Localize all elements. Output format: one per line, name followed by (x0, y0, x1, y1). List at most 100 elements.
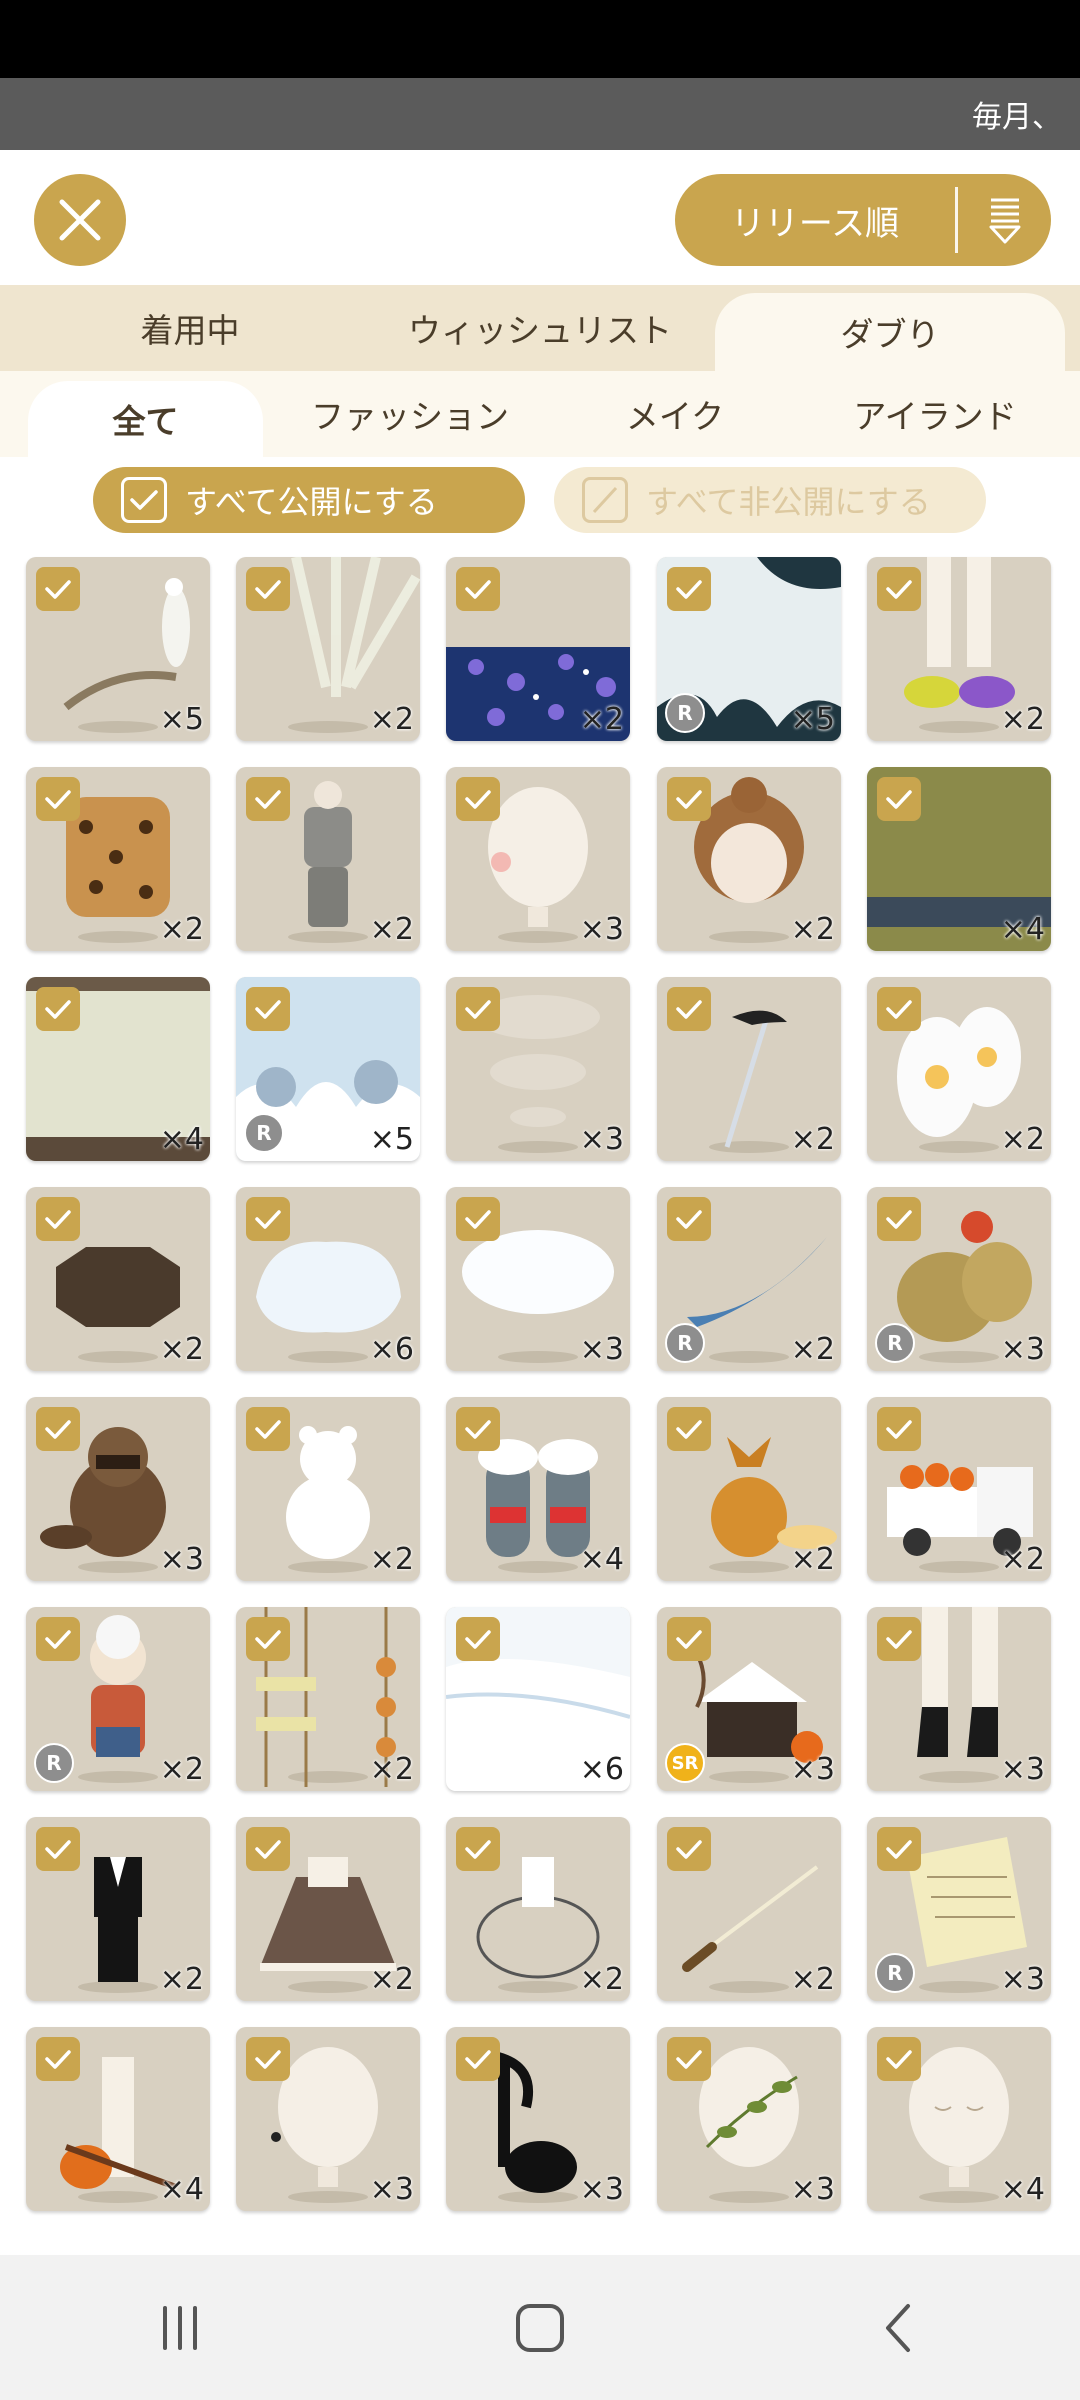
checkbox-checked-icon[interactable] (667, 2037, 711, 2081)
item-card[interactable]: ×3 (446, 977, 630, 1161)
checkbox-checked-icon[interactable] (246, 987, 290, 1031)
item-card[interactable]: ×2 (236, 767, 420, 951)
checkbox-checked-icon[interactable] (667, 1197, 711, 1241)
checkbox-checked-icon[interactable] (667, 1407, 711, 1451)
item-card[interactable]: R ×3 (867, 1187, 1051, 1371)
item-count: ×2 (1000, 702, 1045, 737)
tab-island[interactable]: アイランド (800, 371, 1070, 457)
checkbox-checked-icon[interactable] (877, 2037, 921, 2081)
checkbox-checked-icon[interactable] (456, 777, 500, 821)
item-card[interactable]: ×2 (867, 977, 1051, 1161)
checkbox-checked-icon[interactable] (246, 1827, 290, 1871)
checkbox-checked-icon[interactable] (246, 1407, 290, 1451)
recent-apps-button[interactable] (120, 2278, 240, 2378)
checkbox-checked-icon[interactable] (877, 1827, 921, 1871)
item-card[interactable]: ×2 (867, 1397, 1051, 1581)
sort-order-button[interactable]: リリース順 (675, 174, 1051, 266)
checkbox-checked-icon[interactable] (877, 567, 921, 611)
checkbox-checked-icon[interactable] (36, 1197, 80, 1241)
item-card[interactable]: ×2 (236, 1397, 420, 1581)
back-button[interactable] (840, 2278, 960, 2378)
item-card[interactable]: ×2 (236, 557, 420, 741)
checkbox-checked-icon[interactable] (456, 1827, 500, 1871)
item-card[interactable]: ×4 (446, 1397, 630, 1581)
tab-makeup[interactable]: メイク (560, 371, 790, 457)
checkbox-checked-icon[interactable] (456, 1407, 500, 1451)
item-count: ×2 (369, 1542, 414, 1577)
item-card[interactable]: SR ×3 (657, 1607, 841, 1791)
checkbox-checked-icon[interactable] (36, 1827, 80, 1871)
item-card[interactable]: ×3 (446, 2027, 630, 2211)
checkbox-checked-icon[interactable] (456, 987, 500, 1031)
checkbox-checked-icon[interactable] (36, 987, 80, 1031)
item-card[interactable]: R ×3 (867, 1817, 1051, 2001)
item-card[interactable]: ×3 (446, 767, 630, 951)
checkbox-checked-icon[interactable] (246, 567, 290, 611)
checkbox-checked-icon[interactable] (36, 2037, 80, 2081)
item-card[interactable]: ×2 (657, 1397, 841, 1581)
item-card[interactable]: ×4 (26, 977, 210, 1161)
item-card[interactable]: R ×2 (657, 1187, 841, 1371)
tab-fashion[interactable]: ファッション (280, 371, 540, 457)
item-card[interactable]: ×3 (446, 1187, 630, 1371)
tab-label: ウィッシュリスト (408, 311, 672, 350)
checkbox-checked-icon[interactable] (667, 1617, 711, 1661)
item-card[interactable]: ×2 (26, 1187, 210, 1371)
item-card[interactable]: ×2 (26, 1817, 210, 2001)
item-card[interactable]: R ×2 (26, 1607, 210, 1791)
checkbox-checked-icon[interactable] (877, 1197, 921, 1241)
item-card[interactable]: ×2 (657, 977, 841, 1161)
item-card[interactable]: ×3 (657, 2027, 841, 2211)
item-card[interactable]: ×4 (867, 767, 1051, 951)
checkbox-checked-icon[interactable] (456, 1617, 500, 1661)
item-card[interactable]: ×2 (26, 767, 210, 951)
checkbox-checked-icon[interactable] (667, 987, 711, 1031)
item-card[interactable]: R ×5 (657, 557, 841, 741)
item-card[interactable]: ×2 (446, 1817, 630, 2001)
item-card[interactable]: ×2 (236, 1607, 420, 1791)
item-card[interactable]: ×3 (867, 1607, 1051, 1791)
checkbox-checked-icon[interactable] (36, 1407, 80, 1451)
item-card[interactable]: ×3 (26, 1397, 210, 1581)
checkbox-checked-icon[interactable] (667, 1827, 711, 1871)
close-button[interactable] (34, 174, 126, 266)
item-card[interactable]: ×6 (446, 1607, 630, 1791)
item-card[interactable]: ×2 (657, 1817, 841, 2001)
checkbox-checked-icon[interactable] (36, 777, 80, 821)
tab-wishlist[interactable]: ウィッシュリスト (340, 285, 740, 371)
system-nav-bar (0, 2255, 1080, 2400)
checkbox-checked-icon[interactable] (877, 777, 921, 821)
tab-all[interactable]: 全て (28, 381, 263, 457)
checkbox-checked-icon[interactable] (36, 567, 80, 611)
checkbox-checked-icon[interactable] (456, 567, 500, 611)
checkbox-checked-icon[interactable] (877, 1407, 921, 1451)
checkbox-checked-icon[interactable] (246, 2037, 290, 2081)
publish-all-button[interactable]: すべて公開にする (93, 467, 525, 533)
checkbox-checked-icon[interactable] (456, 1197, 500, 1241)
item-card[interactable]: ×2 (236, 1817, 420, 2001)
item-card[interactable]: ×2 (446, 557, 630, 741)
checkbox-checked-icon[interactable] (246, 1197, 290, 1241)
tab-duplicates[interactable]: ダブり (715, 293, 1065, 371)
item-card[interactable]: ×4 (867, 2027, 1051, 2211)
checkbox-checked-icon[interactable] (246, 1617, 290, 1661)
checkbox-checked-icon[interactable] (456, 2037, 500, 2081)
checkbox-checked-icon[interactable] (877, 987, 921, 1031)
checkbox-checked-icon[interactable] (36, 1617, 80, 1661)
item-card[interactable]: R ×5 (236, 977, 420, 1161)
item-card[interactable]: ×4 (26, 2027, 210, 2211)
item-card[interactable]: ×2 (867, 557, 1051, 741)
item-card[interactable]: ×6 (236, 1187, 420, 1371)
item-count: ×6 (369, 1332, 414, 1367)
unpublish-all-button[interactable]: すべて非公開にする (554, 467, 986, 533)
tab-wearing[interactable]: 着用中 (40, 285, 340, 371)
checkbox-checked-icon[interactable] (877, 1617, 921, 1661)
item-card[interactable]: ×2 (657, 767, 841, 951)
item-card[interactable]: ×5 (26, 557, 210, 741)
item-card[interactable]: ×3 (236, 2027, 420, 2211)
checkbox-checked-icon[interactable] (667, 567, 711, 611)
checkbox-checked-icon[interactable] (667, 777, 711, 821)
checkbox-checked-icon[interactable] (246, 777, 290, 821)
unpublish-all-label: すべて非公開にする (646, 483, 931, 521)
home-button[interactable] (480, 2278, 600, 2378)
